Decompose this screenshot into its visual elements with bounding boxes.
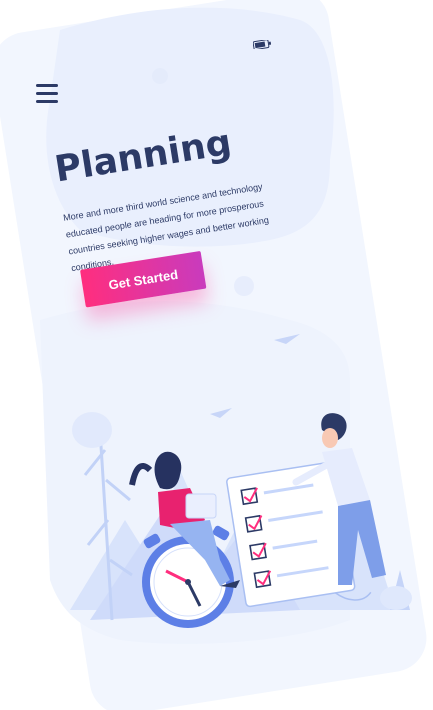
planning-illustration	[70, 334, 412, 628]
